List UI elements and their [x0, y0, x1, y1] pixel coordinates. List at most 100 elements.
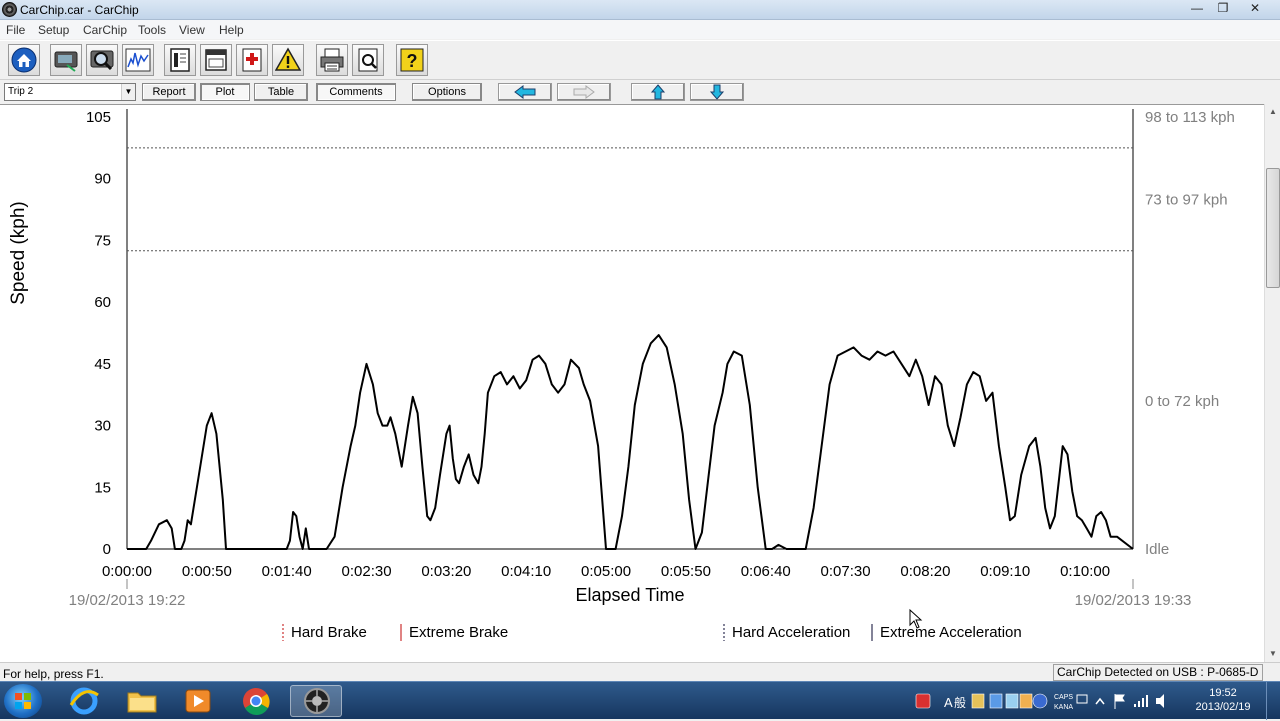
menu-tools[interactable]: Tools [138, 23, 166, 37]
report-tab-button[interactable]: Report [142, 83, 196, 101]
tray-lang-indicator[interactable]: A [944, 695, 953, 710]
y-axis-label: Speed (kph) [8, 201, 29, 305]
taskbar-clock[interactable]: 19:52 2013/02/19 [1188, 686, 1258, 714]
taskbar-internet-explorer[interactable] [58, 685, 110, 717]
carchip-icon [304, 688, 330, 714]
clock-time: 19:52 [1209, 687, 1237, 699]
status-help-text: For help, press F1. [3, 667, 104, 681]
taskbar-chrome[interactable] [230, 685, 282, 717]
close-button[interactable]: ✕ [1240, 0, 1270, 18]
print-button[interactable] [316, 44, 348, 76]
system-tray: A 般 CAPS KANA [912, 685, 1212, 717]
warning-button[interactable] [272, 44, 304, 76]
control-row: Trip 2 ▼ Report Plot Table Comments Opti… [0, 81, 1280, 103]
right-arrow-icon [573, 85, 595, 99]
first-aid-button[interactable] [236, 44, 268, 76]
search-button[interactable] [86, 44, 118, 76]
x-tick-label: 0:03:20 [421, 563, 471, 580]
title-bar: CarChip.car - CarChip — ❐ ✕ [0, 0, 1280, 20]
options-button[interactable]: Options [412, 83, 482, 101]
x-tick-label: 0:05:00 [581, 563, 631, 580]
tray-caps-indicator: CAPS [1054, 694, 1073, 701]
report-button[interactable] [164, 44, 196, 76]
x-tick-label: 0:10:00 [1060, 563, 1110, 580]
chevron-down-icon[interactable]: ▼ [121, 84, 135, 100]
window-button[interactable] [200, 44, 232, 76]
window-title: CarChip.car - CarChip [20, 3, 139, 17]
plot-panel: 105 90 75 60 45 30 15 0 0:00:00 0:00:50 0:01:40 0:0… [0, 104, 1264, 662]
graph-icon [125, 48, 151, 72]
first-aid-icon [242, 48, 262, 72]
start-button[interactable] [4, 684, 42, 718]
up-button[interactable] [631, 83, 685, 101]
tray-flag-icon[interactable] [1114, 694, 1125, 709]
y-tick-label: 75 [94, 232, 111, 249]
graph-button[interactable] [122, 44, 154, 76]
menu-bar: File Setup CarChip Tools View Help [0, 20, 1280, 39]
download-button[interactable] [50, 44, 82, 76]
tray-network-icon[interactable] [1134, 695, 1148, 707]
y-tick-label: 0 [103, 541, 111, 558]
scroll-down-icon[interactable]: ▼ [1265, 646, 1280, 662]
x-tick-label: 0:01:40 [262, 563, 312, 580]
taskbar: A 般 CAPS KANA 19:52 2013/02/19 [0, 681, 1280, 720]
y-tick-label: 30 [94, 418, 111, 435]
print-preview-button[interactable] [352, 44, 384, 76]
vertical-scrollbar[interactable]: ▲ ▼ [1264, 104, 1280, 662]
menu-setup[interactable]: Setup [38, 23, 69, 37]
scroll-thumb[interactable] [1266, 168, 1280, 288]
y-tick-label: 60 [94, 294, 111, 311]
help-button[interactable]: ? [396, 44, 428, 76]
tray-volume-icon[interactable] [1156, 694, 1164, 708]
tray-overflow-icon[interactable] [1095, 697, 1105, 705]
comments-button[interactable]: Comments [316, 83, 396, 101]
tray-ime-mode[interactable]: 般 [954, 695, 966, 710]
trip-select[interactable]: Trip 2 ▼ [4, 83, 136, 101]
chrome-icon [243, 688, 270, 715]
speed-band-label: 98 to 113 kph [1145, 109, 1235, 126]
report-tab-label: Report [152, 86, 186, 98]
plot-tab-button[interactable]: Plot [200, 83, 250, 101]
tray-ime-pad-icon[interactable] [971, 693, 985, 709]
tray-help-icon[interactable] [1032, 693, 1048, 709]
speed-band-label: 0 to 72 kph [1145, 393, 1219, 410]
menu-carchip[interactable]: CarChip [83, 23, 127, 37]
speed-band-label: 73 to 97 kph [1145, 191, 1228, 208]
y-tick-label: 90 [94, 171, 111, 188]
tray-ime-icon[interactable] [1076, 694, 1088, 704]
speed-band-label: Idle [1145, 541, 1169, 558]
x-tick-label: 0:08:20 [900, 563, 950, 580]
show-desktop-button[interactable] [1266, 682, 1280, 720]
menu-view[interactable]: View [179, 23, 205, 37]
y-tick-label: 15 [94, 479, 111, 496]
svg-text:?: ? [407, 51, 418, 71]
tray-ime-settings-icon[interactable] [1019, 693, 1033, 709]
taskbar-explorer[interactable] [116, 685, 168, 717]
start-timestamp: 19/02/2013 19:22 [69, 592, 186, 609]
x-tick-label: 0:02:30 [342, 563, 392, 580]
tray-security-icon[interactable] [915, 693, 931, 709]
maximize-button[interactable]: ❐ [1208, 0, 1238, 18]
table-tab-button[interactable]: Table [254, 83, 308, 101]
taskbar-carchip[interactable] [290, 685, 342, 717]
legend-label: Extreme Acceleration [880, 624, 1022, 641]
toolbar: ? [0, 40, 1280, 80]
y-tick-label: 105 [86, 109, 111, 126]
window-icon [205, 49, 227, 71]
home-icon [11, 47, 37, 73]
menu-help[interactable]: Help [219, 23, 244, 37]
y-tick-label: 45 [94, 356, 111, 373]
prev-button[interactable] [498, 83, 552, 101]
home-button[interactable] [8, 44, 40, 76]
menu-file[interactable]: File [6, 23, 25, 37]
taskbar-media-player[interactable] [172, 685, 224, 717]
legend-label: Extreme Brake [409, 624, 508, 641]
next-button[interactable] [557, 83, 611, 101]
tray-ime-dict-icon[interactable] [1005, 693, 1019, 709]
usb-status: CarChip Detected on USB : P-0685-D [1053, 664, 1263, 681]
help-icon: ? [400, 48, 424, 72]
scroll-up-icon[interactable]: ▲ [1265, 104, 1280, 120]
tray-ime-tool-icon[interactable] [989, 693, 1003, 709]
down-button[interactable] [690, 83, 744, 101]
table-tab-label: Table [267, 86, 295, 98]
